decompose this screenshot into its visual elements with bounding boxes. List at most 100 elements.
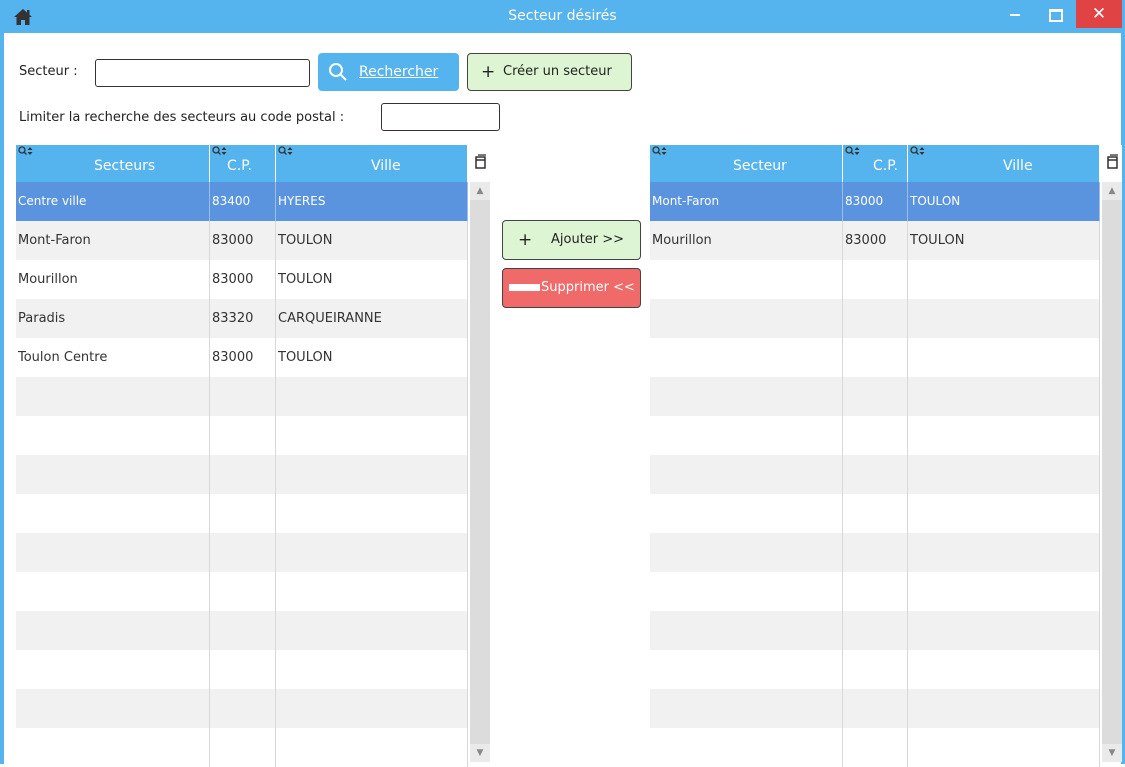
column-header-label: C.P.: [873, 158, 898, 174]
maximize-button[interactable]: [1032, 0, 1076, 28]
table-cell: [16, 416, 210, 455]
column-header-label: Ville: [1003, 158, 1033, 174]
scroll-down-arrow-icon[interactable]: ▼: [1102, 744, 1122, 762]
remove-sector-button[interactable]: Supprimer <<: [502, 268, 641, 308]
table-cell: [650, 416, 843, 455]
maximize-icon: [1049, 9, 1063, 22]
column-header-label: Secteurs: [94, 158, 156, 174]
table-cell: [276, 416, 468, 455]
sort-search-icon: [652, 146, 667, 155]
empty-table-row[interactable]: [650, 494, 1100, 533]
table-cell: [843, 494, 908, 533]
empty-table-row[interactable]: [650, 260, 1100, 299]
column-header-ville[interactable]: Ville: [908, 145, 1100, 182]
scroll-down-arrow-icon[interactable]: ▼: [470, 744, 490, 762]
empty-table-row[interactable]: [16, 689, 468, 728]
close-button[interactable]: ✕: [1076, 0, 1122, 28]
postal-code-input[interactable]: [381, 103, 500, 131]
table-row[interactable]: Toulon Centre 83000 TOULON: [16, 338, 468, 377]
table-cell: [908, 728, 1100, 767]
table-cell: [16, 377, 210, 416]
table-cell: [210, 494, 276, 533]
create-sector-button[interactable]: + Créer un secteur: [467, 53, 632, 91]
table-cell: [276, 650, 468, 689]
table-cell: [843, 689, 908, 728]
table-cell: [843, 377, 908, 416]
table-header: Secteurs C.P. Ville: [16, 145, 468, 182]
table-cell: TOULON: [908, 182, 1100, 221]
table-cell: [843, 572, 908, 611]
table-cell: [843, 650, 908, 689]
table-cell: Centre ville: [16, 182, 210, 221]
empty-table-row[interactable]: [650, 572, 1100, 611]
empty-table-row[interactable]: [16, 572, 468, 611]
table-cell: 83000: [210, 260, 276, 299]
column-header-label: C.P.: [227, 158, 252, 174]
table-cell: [908, 611, 1100, 650]
empty-table-row[interactable]: [650, 338, 1100, 377]
vertical-scrollbar[interactable]: ▲ ▼: [470, 182, 490, 762]
table-cell: 83000: [210, 221, 276, 260]
table-cell: [276, 377, 468, 416]
table-cell: [843, 728, 908, 767]
empty-table-row[interactable]: [16, 728, 468, 767]
postal-filter-label: Limiter la recherche des secteurs au cod…: [19, 110, 345, 125]
table-cell: [843, 611, 908, 650]
table-row[interactable]: Mourillon 83000 TOULON: [16, 260, 468, 299]
empty-table-row[interactable]: [650, 455, 1100, 494]
table-row[interactable]: Centre ville 83400 HYERES: [16, 182, 468, 221]
column-header-cp[interactable]: C.P.: [843, 145, 908, 182]
vertical-scrollbar[interactable]: ▲ ▼: [1102, 182, 1122, 762]
table-row[interactable]: Mourillon 83000 TOULON: [650, 221, 1100, 260]
search-button-label: Rechercher: [359, 64, 439, 80]
table-cell: Mourillon: [16, 260, 210, 299]
table-cell: Mourillon: [650, 221, 843, 260]
empty-table-row[interactable]: [16, 650, 468, 689]
column-header-cp[interactable]: C.P.: [210, 145, 276, 182]
search-button[interactable]: Rechercher: [318, 53, 459, 91]
table-cell: [210, 728, 276, 767]
empty-table-row[interactable]: [650, 650, 1100, 689]
table-cell: [276, 728, 468, 767]
table-cell: [843, 338, 908, 377]
available-sectors-table: Secteurs C.P. Ville Centre ville 83400 HYE…: [16, 145, 492, 767]
empty-table-row[interactable]: [650, 728, 1100, 767]
window-title: Secteur désirés: [508, 8, 617, 24]
column-header-secteurs[interactable]: Secteurs: [16, 145, 210, 182]
table-cell: Toulon Centre: [16, 338, 210, 377]
empty-table-row[interactable]: [16, 416, 468, 455]
empty-table-row[interactable]: [650, 299, 1100, 338]
empty-table-row[interactable]: [16, 533, 468, 572]
empty-table-row[interactable]: [16, 377, 468, 416]
empty-table-row[interactable]: [650, 416, 1100, 455]
table-cell: TOULON: [276, 260, 468, 299]
scroll-up-arrow-icon[interactable]: ▲: [470, 182, 490, 200]
table-row[interactable]: Paradis 83320 CARQUEIRANNE: [16, 299, 468, 338]
table-cell: CARQUEIRANNE: [276, 299, 468, 338]
empty-table-row[interactable]: [650, 377, 1100, 416]
empty-table-row[interactable]: [16, 494, 468, 533]
add-sector-label: Ajouter >>: [551, 232, 625, 247]
table-row[interactable]: Mont-Faron 83000 TOULON: [16, 221, 468, 260]
table-row[interactable]: Mont-Faron 83000 TOULON: [650, 182, 1100, 221]
table-cell: [843, 533, 908, 572]
column-header-secteur[interactable]: Secteur: [650, 145, 843, 182]
sector-search-input[interactable]: [95, 59, 310, 87]
column-chooser-button[interactable]: [470, 145, 490, 182]
sort-search-icon: [278, 146, 293, 155]
table-cell: Mont-Faron: [650, 182, 843, 221]
empty-table-row[interactable]: [650, 689, 1100, 728]
plus-icon: +: [481, 62, 496, 82]
scroll-up-arrow-icon[interactable]: ▲: [1102, 182, 1122, 200]
column-chooser-button[interactable]: [1102, 145, 1122, 182]
empty-table-row[interactable]: [650, 611, 1100, 650]
empty-table-row[interactable]: [650, 533, 1100, 572]
table-cell: [650, 299, 843, 338]
minus-icon: [509, 284, 540, 291]
empty-table-row[interactable]: [16, 455, 468, 494]
table-cell: [908, 650, 1100, 689]
empty-table-row[interactable]: [16, 611, 468, 650]
add-sector-button[interactable]: + Ajouter >>: [502, 220, 641, 260]
column-header-ville[interactable]: Ville: [276, 145, 468, 182]
table-cell: [908, 416, 1100, 455]
